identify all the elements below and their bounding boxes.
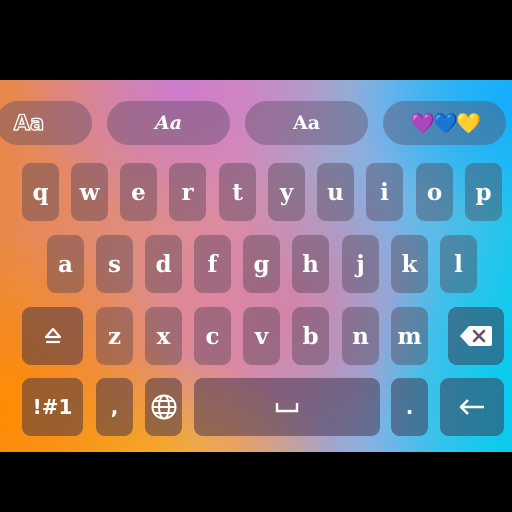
key-w[interactable]: w	[71, 163, 108, 221]
key-p[interactable]: p	[465, 163, 502, 221]
keyboard: Aa Aa Aa 💜💙💛 q w e r t y u i o p a s d f…	[0, 80, 512, 452]
key-h[interactable]: h	[292, 235, 329, 293]
hearts-icon: 💜💙💛	[410, 111, 481, 135]
key-label: i	[380, 178, 389, 206]
backspace-key[interactable]	[448, 307, 504, 365]
key-j[interactable]: j	[342, 235, 379, 293]
enter-icon	[457, 396, 487, 418]
key-label: f	[207, 250, 218, 278]
period-label: .	[405, 395, 414, 419]
globe-key[interactable]	[145, 378, 182, 436]
key-k[interactable]: k	[391, 235, 428, 293]
key-label: n	[352, 322, 369, 350]
symbols-key[interactable]: !#1	[22, 378, 83, 436]
key-label: p	[475, 178, 492, 206]
key-label: z	[107, 322, 122, 350]
key-n[interactable]: n	[342, 307, 379, 365]
comma-label: ,	[110, 395, 119, 419]
font-style-hearts[interactable]: 💜💙💛	[383, 101, 506, 145]
space-key[interactable]	[194, 378, 380, 436]
period-key[interactable]: .	[391, 378, 428, 436]
key-x[interactable]: x	[145, 307, 182, 365]
key-label: b	[302, 322, 319, 350]
key-label: u	[327, 178, 344, 206]
key-label: o	[426, 178, 443, 206]
key-label: g	[253, 250, 270, 278]
font-style-blackletter[interactable]: Aa	[245, 101, 368, 145]
font-style-outline[interactable]: Aa	[0, 101, 92, 145]
key-label: q	[32, 178, 49, 206]
key-i[interactable]: i	[366, 163, 403, 221]
enter-key[interactable]	[440, 378, 504, 436]
shift-icon	[42, 326, 64, 346]
key-s[interactable]: s	[96, 235, 133, 293]
key-c[interactable]: c	[194, 307, 231, 365]
symbols-label: !#1	[32, 395, 73, 419]
key-label: y	[279, 178, 294, 206]
key-label: h	[302, 250, 319, 278]
key-label: s	[108, 250, 121, 278]
key-e[interactable]: e	[120, 163, 157, 221]
key-f[interactable]: f	[194, 235, 231, 293]
shift-key[interactable]	[22, 307, 83, 365]
key-u[interactable]: u	[317, 163, 354, 221]
key-label: v	[254, 322, 269, 350]
key-o[interactable]: o	[416, 163, 453, 221]
key-label: a	[58, 250, 73, 278]
key-label: m	[397, 322, 422, 350]
font-outline-label: Aa	[13, 110, 45, 135]
backspace-icon	[459, 324, 493, 348]
space-icon	[275, 400, 299, 414]
key-r[interactable]: r	[169, 163, 206, 221]
globe-icon	[150, 393, 178, 421]
key-a[interactable]: a	[47, 235, 84, 293]
key-label: c	[205, 322, 220, 350]
key-z[interactable]: z	[96, 307, 133, 365]
key-v[interactable]: v	[243, 307, 280, 365]
key-g[interactable]: g	[243, 235, 280, 293]
key-label: k	[401, 250, 418, 278]
key-label: w	[79, 178, 100, 206]
key-m[interactable]: m	[391, 307, 428, 365]
font-script-label: Aa	[154, 112, 183, 134]
font-style-script[interactable]: Aa	[107, 101, 230, 145]
key-d[interactable]: d	[145, 235, 182, 293]
key-b[interactable]: b	[292, 307, 329, 365]
key-label: l	[454, 250, 463, 278]
key-label: r	[181, 178, 194, 206]
key-label: x	[156, 322, 171, 350]
key-label: e	[131, 178, 146, 206]
key-label: d	[155, 250, 172, 278]
key-q[interactable]: q	[22, 163, 59, 221]
comma-key[interactable]: ,	[96, 378, 133, 436]
key-y[interactable]: y	[268, 163, 305, 221]
key-label: t	[232, 178, 243, 206]
key-label: j	[356, 250, 365, 278]
key-l[interactable]: l	[440, 235, 477, 293]
key-t[interactable]: t	[219, 163, 256, 221]
font-blackletter-label: Aa	[292, 112, 321, 134]
